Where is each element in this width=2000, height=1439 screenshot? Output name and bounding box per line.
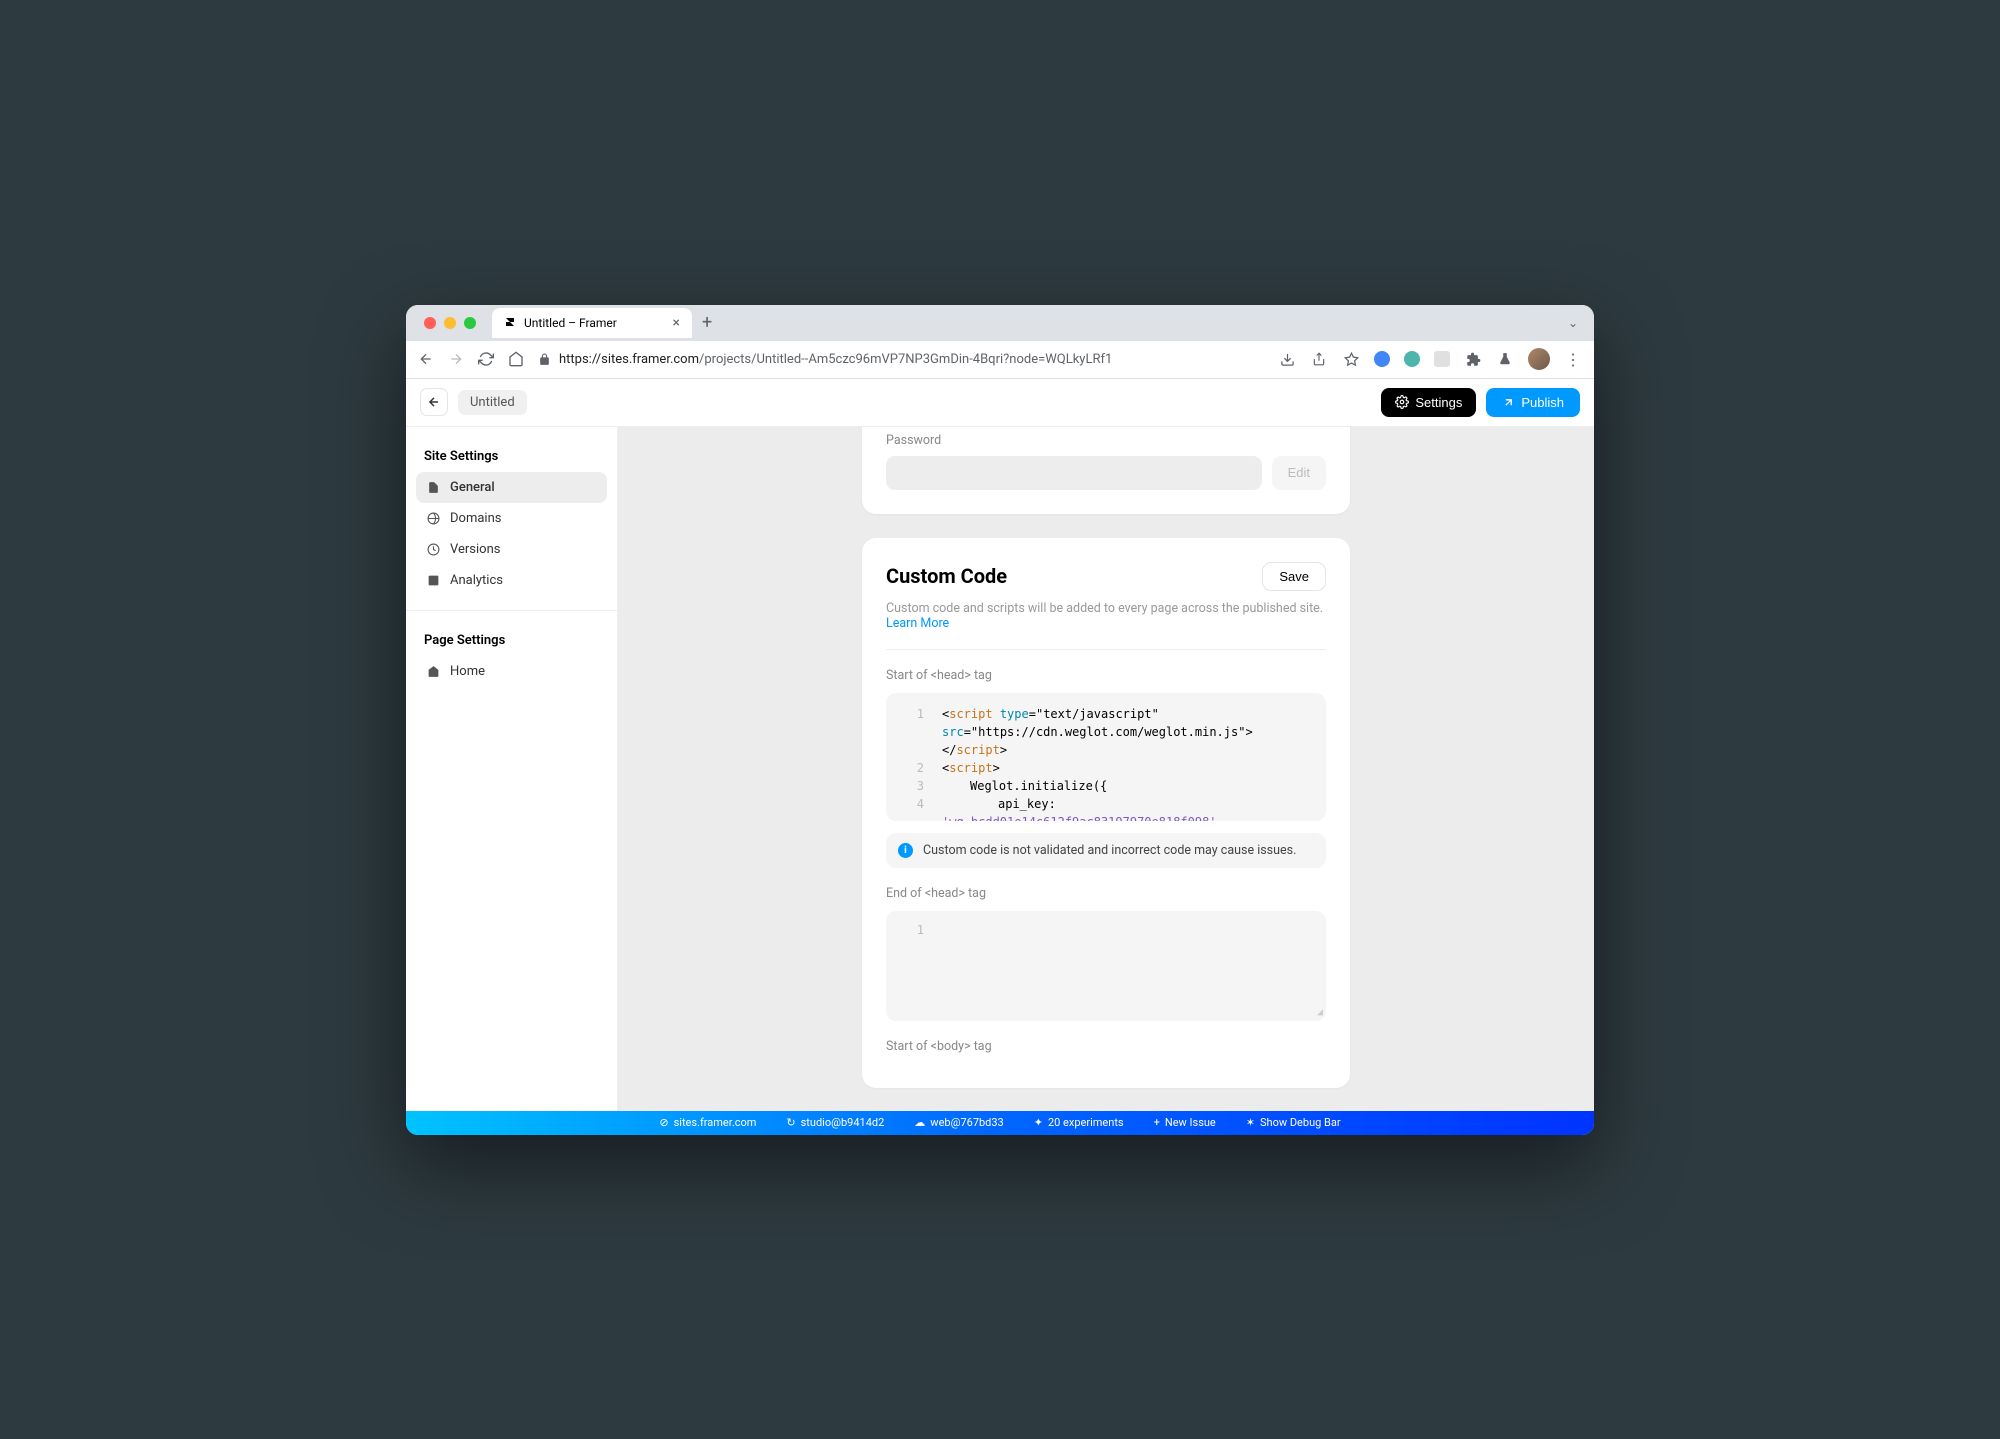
debug-studio[interactable]: ↻studio@b9414d2 [786, 1116, 884, 1129]
custom-code-title: Custom Code [886, 564, 1007, 588]
sidebar-item-general[interactable]: General [416, 472, 607, 503]
validation-warning: i Custom code is not validated and incor… [886, 833, 1326, 868]
password-label: Password [886, 433, 1326, 448]
tab-strip: Untitled – Framer × + ⌄ [406, 305, 1594, 341]
globe-icon [426, 511, 440, 525]
tabs-overflow-icon[interactable]: ⌄ [1568, 316, 1578, 330]
sidebar-item-domains[interactable]: Domains [416, 503, 607, 534]
browser-window: Untitled – Framer × + ⌄ https://sites.fr… [406, 305, 1594, 1135]
extension-3-icon[interactable] [1434, 351, 1450, 367]
url-text: https://sites.framer.com/projects/Untitl… [559, 352, 1112, 367]
resize-handle-icon[interactable]: ◢ [1317, 1007, 1323, 1018]
content-area: Password Edit Custom Code Save Custom co… [618, 427, 1594, 1111]
head-end-editor[interactable]: 1 ◢ [886, 911, 1326, 1021]
browser-tab[interactable]: Untitled – Framer × [492, 308, 692, 338]
app-header: Untitled Settings Publish [406, 379, 1594, 427]
arrow-up-right-icon [1502, 396, 1515, 409]
chart-icon [426, 573, 440, 587]
sidebar-item-analytics[interactable]: Analytics [416, 565, 607, 596]
puzzle-icon[interactable] [1464, 350, 1482, 368]
body-start-label: Start of <body> tag [886, 1039, 1326, 1054]
debug-bar: ⊘sites.framer.com ↻studio@b9414d2 ☁web@7… [406, 1111, 1594, 1135]
reload-icon[interactable] [478, 351, 494, 367]
circle-slash-icon: ⊘ [659, 1116, 668, 1129]
profile-avatar[interactable] [1528, 348, 1550, 370]
app-body: Site Settings General Domains Versions A… [406, 427, 1594, 1111]
framer-icon [504, 317, 516, 329]
save-button[interactable]: Save [1262, 562, 1326, 591]
head-start-editor[interactable]: 1<script type="text/javascript" src="htt… [886, 693, 1326, 821]
head-start-label: Start of <head> tag [886, 668, 1326, 683]
app-back-button[interactable] [420, 388, 448, 416]
close-window[interactable] [424, 317, 436, 329]
cloud-icon: ☁ [914, 1116, 925, 1129]
plus-icon: + [1154, 1116, 1160, 1129]
back-icon[interactable] [418, 351, 434, 367]
password-card: Password Edit [862, 427, 1350, 514]
share-icon[interactable] [1310, 350, 1328, 368]
extension-2-icon[interactable] [1404, 351, 1420, 367]
debug-experiments[interactable]: ✦20 experiments [1034, 1116, 1124, 1129]
custom-code-description: Custom code and scripts will be added to… [886, 601, 1326, 650]
forward-icon[interactable] [448, 351, 464, 367]
gear-icon [1395, 395, 1409, 409]
new-tab-button[interactable]: + [702, 312, 712, 333]
sparkle-icon: ✦ [1034, 1116, 1043, 1129]
custom-code-card: Custom Code Save Custom code and scripts… [862, 538, 1350, 1088]
kebab-menu-icon[interactable]: ⋮ [1564, 350, 1582, 368]
project-title[interactable]: Untitled [458, 390, 527, 415]
debug-show-bar[interactable]: ✶Show Debug Bar [1246, 1116, 1341, 1129]
address-bar: https://sites.framer.com/projects/Untitl… [406, 341, 1594, 379]
url-field[interactable]: https://sites.framer.com/projects/Untitl… [538, 352, 1264, 367]
star-icon[interactable] [1342, 350, 1360, 368]
debug-site[interactable]: ⊘sites.framer.com [659, 1116, 756, 1129]
info-icon: i [898, 843, 913, 858]
settings-button[interactable]: Settings [1381, 388, 1476, 417]
debug-new-issue[interactable]: +New Issue [1154, 1116, 1216, 1129]
password-edit-button[interactable]: Edit [1272, 456, 1326, 490]
minimize-window[interactable] [444, 317, 456, 329]
sidebar-divider [406, 610, 617, 611]
learn-more-link[interactable]: Learn More [886, 616, 949, 631]
password-input[interactable] [886, 456, 1262, 490]
sidebar-item-versions[interactable]: Versions [416, 534, 607, 565]
sidebar-item-home[interactable]: Home [416, 656, 607, 687]
home-icon[interactable] [508, 351, 524, 367]
refresh-icon: ↻ [786, 1116, 795, 1129]
house-icon [426, 664, 440, 678]
flask-icon[interactable] [1496, 350, 1514, 368]
site-settings-heading: Site Settings [416, 441, 607, 472]
download-icon[interactable] [1278, 350, 1296, 368]
toolbar-actions: ⋮ [1278, 348, 1582, 370]
maximize-window[interactable] [464, 317, 476, 329]
file-icon [426, 480, 440, 494]
extension-1-icon[interactable] [1374, 351, 1390, 367]
lock-icon [538, 353, 551, 366]
clock-icon [426, 542, 440, 556]
sidebar: Site Settings General Domains Versions A… [406, 427, 618, 1111]
page-settings-heading: Page Settings [416, 625, 607, 656]
close-tab-icon[interactable]: × [673, 315, 680, 331]
publish-button[interactable]: Publish [1486, 388, 1580, 417]
head-end-label: End of <head> tag [886, 886, 1326, 901]
debug-web[interactable]: ☁web@767bd33 [914, 1116, 1003, 1129]
tab-title: Untitled – Framer [524, 316, 617, 330]
wand-icon: ✶ [1246, 1116, 1255, 1129]
traffic-lights [414, 317, 486, 329]
